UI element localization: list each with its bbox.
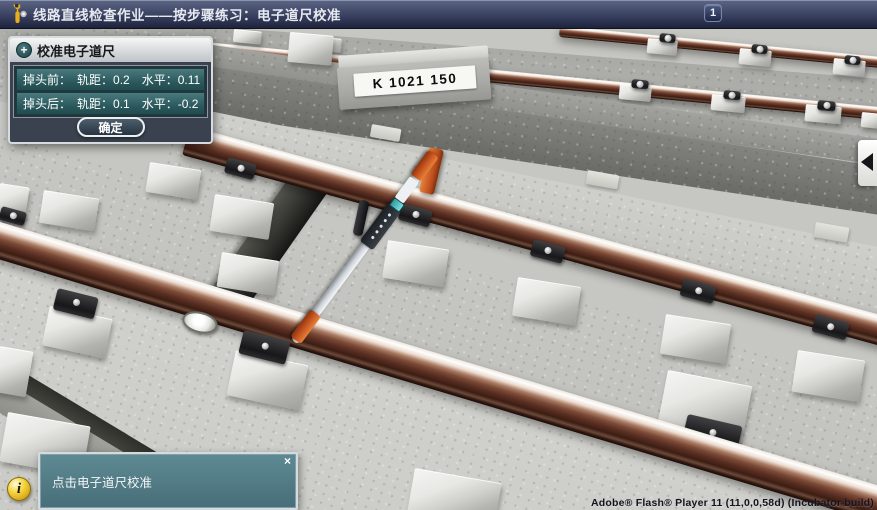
hint-tooltip: × 点击电子道尺校准	[38, 452, 298, 510]
title-bar: 线路直线检查作业——按步骤练习：电子道尺校准	[0, 0, 877, 28]
calibration-panel-header: + 校准电子道尺	[10, 38, 211, 62]
row-label: 掉头前：	[23, 71, 71, 88]
flash-simulation-stage: K 1021 150 线路直线检查作业——按步	[0, 0, 877, 510]
gauge-value: 轨距：0.2	[77, 71, 130, 88]
hint-text: 点击电子道尺校准	[52, 472, 152, 491]
info-icon[interactable]: i	[7, 477, 31, 501]
measurement-rows: 掉头前： 轨距：0.2 水平：0.11 掉头后： 轨距：0.1 水平：-0.2	[13, 65, 208, 118]
gauge-value: 轨距：0.1	[77, 95, 130, 112]
level-value: 水平：-0.2	[142, 95, 199, 112]
edge-arrow-button[interactable]	[858, 140, 877, 186]
calibration-panel-title: 校准电子道尺	[37, 41, 115, 60]
step-badge[interactable]: 1	[704, 4, 722, 22]
wrench-icon	[7, 3, 29, 25]
confirm-button[interactable]: 确定	[77, 117, 145, 137]
plus-circle-icon: +	[16, 42, 32, 58]
flash-player-version: Adobe® Flash® Player 11 (11,0,0,58d) (In…	[591, 497, 874, 509]
close-icon[interactable]: ×	[284, 455, 291, 467]
measurement-row-before: 掉头前： 轨距：0.2 水平：0.11	[16, 68, 205, 91]
calibration-panel: + 校准电子道尺 掉头前： 轨距：0.2 水平：0.11 掉头后： 轨距：0.1…	[8, 36, 213, 144]
concrete-marker-block: K 1021 150	[336, 45, 491, 109]
sleeper-block	[287, 32, 333, 66]
row-label: 掉头后：	[23, 95, 71, 112]
page-title: 线路直线检查作业——按步骤练习：电子道尺校准	[33, 4, 341, 24]
measurement-row-after: 掉头后： 轨距：0.1 水平：-0.2	[16, 92, 205, 115]
left-triangle-icon	[861, 153, 873, 171]
level-value: 水平：0.11	[142, 71, 200, 88]
